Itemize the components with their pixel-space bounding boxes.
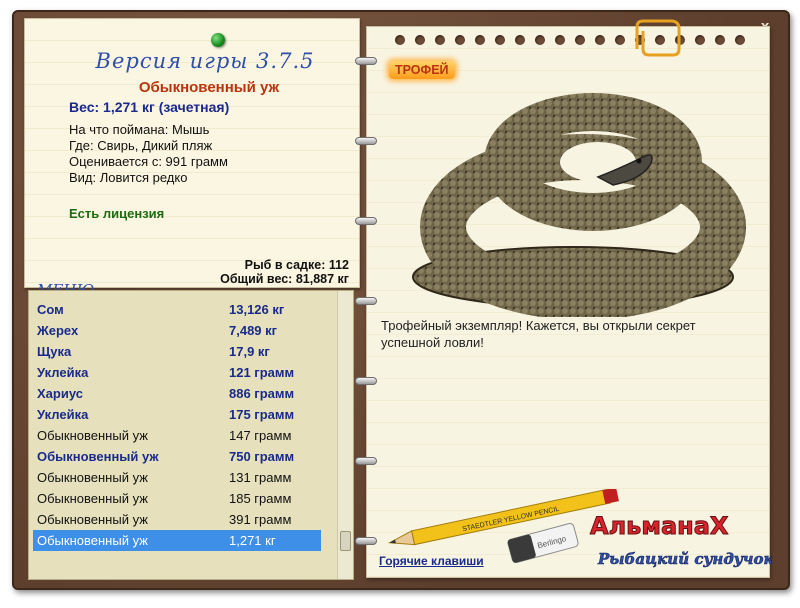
fish-name-cell: Сом — [37, 302, 64, 317]
table-row[interactable]: Щука 17,9 кг — [33, 341, 321, 362]
almanac-subtitle: Рыбацкий сундучок — [597, 550, 772, 568]
table-row[interactable]: Сом 13,126 кг — [33, 299, 321, 320]
fish-name-cell: Обыкновенный уж — [37, 491, 148, 506]
fish-name-cell: Хариус — [37, 386, 83, 401]
table-row[interactable]: Уклейка 175 грамм — [33, 404, 321, 425]
almanac-logo: АльманаХ Рыбацкий сундучок — [590, 512, 773, 569]
game-version: Версия игры 3.7.5 — [95, 49, 315, 73]
table-row[interactable]: Хариус 886 грамм — [33, 383, 321, 404]
bait-info: На что поймана: Мышь — [69, 122, 210, 137]
fish-weight-cell: 121 грамм — [229, 365, 295, 380]
rarity-info: Вид: Ловится редко — [69, 170, 188, 185]
fish-details: На что поймана: Мышь Где: Свирь, Дикий п… — [69, 122, 228, 186]
binder-ring — [355, 457, 377, 465]
fish-title: Обыкновенный уж — [138, 79, 280, 96]
fish-name-cell: Обыкновенный уж — [37, 533, 148, 548]
fish-name-cell: Обыкновенный уж — [37, 512, 148, 527]
almanac-title: АльманаХ — [590, 512, 729, 540]
catch-list[interactable]: Сом 13,126 кг Жерех 7,489 кг Щука 17,9 кг Укле… — [28, 290, 354, 580]
fish-count: Рыб в садке: 112 — [244, 258, 349, 272]
license-status: Есть лицензия — [69, 206, 165, 221]
fish-name-cell: Щука — [37, 344, 72, 359]
table-row[interactable]: Обыкновенный уж 131 грамм — [33, 467, 321, 488]
binder-holes — [395, 35, 755, 47]
detail-page: ТРОФЕЙ Трофейный экземпляр! Кажется, вы … — [355, 19, 770, 578]
hotkeys-link[interactable]: Горячие клавиши — [379, 554, 484, 568]
fish-weight-cell: 391 грамм — [229, 512, 292, 527]
binder-ring — [355, 57, 377, 65]
table-row[interactable]: Обыкновенный уж 1,271 кг — [33, 530, 321, 551]
fish-weight-cell: 147 грамм — [229, 428, 292, 443]
keepnet-summary: Рыб в садке: 112 Общий вес: 81,887 кг — [220, 258, 349, 286]
table-row[interactable]: Жерех 7,489 кг — [33, 320, 321, 341]
fish-weight-cell: 185 грамм — [229, 491, 292, 506]
pushpin-icon — [211, 33, 225, 47]
total-weight: Общий вес: 81,887 кг — [220, 272, 349, 286]
fish-weight-cell: 17,9 кг — [229, 344, 270, 359]
fish-weight-cell: 131 грамм — [229, 470, 292, 485]
fish-weight-cell: 750 грамм — [229, 449, 295, 464]
table-row[interactable]: Обыкновенный уж 185 грамм — [33, 488, 321, 509]
table-row[interactable]: Обыкновенный уж 147 грамм — [33, 425, 321, 446]
fish-name-cell: Обыкновенный уж — [37, 470, 148, 485]
location-info: Где: Свирь, Дикий пляж — [69, 138, 213, 153]
binder-ring — [355, 377, 377, 385]
fish-weight-cell: 175 грамм — [229, 407, 295, 422]
binder-ring — [355, 217, 377, 225]
table-row[interactable]: Уклейка 121 грамм — [33, 362, 321, 383]
binder-ring — [355, 297, 377, 305]
fish-name-cell: Обыкновенный уж — [37, 449, 159, 464]
fish-weight-cell: 1,271 кг — [229, 533, 276, 548]
valuation-info: Оценивается с: 991 грамм — [69, 154, 228, 169]
trophy-badge: ТРОФЕЙ — [389, 61, 455, 79]
paperclip-icon — [635, 19, 681, 57]
eraser-image: Berlingo — [507, 523, 579, 563]
fish-weight-cell: 886 грамм — [229, 386, 295, 401]
fish-name-cell: Уклейка — [37, 365, 89, 380]
fish-name-cell: Уклейка — [37, 407, 89, 422]
fish-weight: Вес: 1,271 кг (зачетная) — [69, 99, 230, 115]
catch-description: Трофейный экземпляр! Кажется, вы открыли… — [381, 318, 696, 350]
binder-ring — [355, 537, 377, 545]
table-row[interactable]: Обыкновенный уж 750 грамм — [33, 446, 321, 467]
fish-name-cell: Жерех — [37, 323, 79, 338]
fish-name-cell: Обыкновенный уж — [37, 428, 148, 443]
fish-info-card: Версия игры 3.7.5 Обыкновенный уж Вес: 1… — [24, 18, 360, 299]
list-scrollbar[interactable] — [337, 291, 353, 579]
scroll-thumb[interactable] — [340, 531, 351, 551]
binder-ring — [355, 137, 377, 145]
fish-weight-cell: 13,126 кг — [229, 302, 285, 317]
table-row[interactable]: Обыкновенный уж 391 грамм — [33, 509, 321, 530]
fish-weight-cell: 7,489 кг — [229, 323, 278, 338]
snake-image — [412, 93, 746, 317]
